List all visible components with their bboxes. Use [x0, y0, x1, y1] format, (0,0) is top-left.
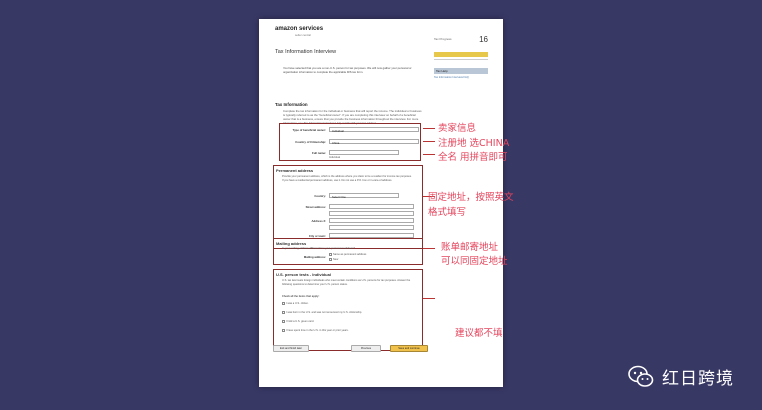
mailing-option-new-label: New [333, 258, 339, 262]
permanent-address-box: Permanent address Provide your permanent… [273, 165, 423, 249]
citizenship-select[interactable]: China [329, 139, 419, 145]
help-tab[interactable]: Tax Help [434, 68, 488, 74]
radio-new[interactable] [329, 258, 332, 261]
arrow-mailing [423, 248, 435, 249]
progress-panel: Tax Progress 16 [434, 35, 488, 53]
anno-mailing: 账单邮寄地址 [441, 242, 499, 253]
mailing-option-same[interactable]: Same as permanent address [329, 253, 366, 257]
us-person-heading: U.S. person tests - Individual [276, 272, 331, 277]
progress-count: 16 [479, 35, 488, 44]
checkbox[interactable] [282, 329, 285, 332]
country-label: Country: [314, 194, 326, 198]
radio-same[interactable] [329, 253, 332, 256]
owner-fields-box: Type of beneficial owner: Individual Cou… [279, 123, 421, 161]
anno-format: 格式填写 [428, 207, 467, 218]
address2-input-2[interactable] [329, 225, 414, 230]
previous-button[interactable]: Previous [351, 345, 381, 352]
mailing-option-new[interactable]: New [329, 258, 338, 262]
us-item-4[interactable]: I have spent time in the U.S. in this ye… [282, 329, 349, 333]
anno-full-name: 全名 用拼音即可 [438, 152, 508, 163]
checkbox[interactable] [282, 311, 285, 314]
tax-info-heading: Tax Information [275, 102, 308, 107]
progress-label: Tax Progress [434, 37, 452, 41]
anno-seller-info: 卖家信息 [438, 123, 477, 134]
permanent-address-heading: Permanent address [276, 168, 314, 173]
anno-mailing-same: 可以同固定地址 [441, 256, 508, 267]
arrow-us-person [423, 298, 435, 299]
mailing-address-heading: Mailing address [276, 241, 307, 246]
fullname-hint: Individual [329, 156, 340, 159]
arrow-fullname [423, 154, 435, 155]
us-item-1[interactable]: I was a U.S. citizen. [282, 302, 309, 306]
watermark: 红日跨境 [628, 364, 734, 389]
street-input[interactable] [329, 204, 414, 209]
anno-suggest: 建议都不填 [455, 328, 503, 339]
watermark-text: 红日跨境 [662, 369, 734, 389]
arrow-country [423, 141, 435, 142]
faq-link[interactable]: Tax Information Interview FAQ [434, 76, 469, 79]
amazon-services-logo: amazon services [275, 26, 324, 32]
sidebar-divider [434, 59, 488, 60]
fullname-input[interactable] [329, 150, 399, 155]
permanent-address-text: Provide your permanent address, which is… [282, 175, 412, 182]
street-label: Street address: [305, 205, 326, 209]
us-item-label: I have spent time in the U.S. in this ye… [286, 329, 349, 333]
fullname-label: Full name: [312, 151, 326, 155]
mailing-address-question: Is your mailing address different from y… [282, 247, 355, 250]
exit-button[interactable]: Exit and finish later [273, 345, 309, 352]
beneficial-owner-select[interactable]: Individual [329, 127, 419, 133]
us-item-2[interactable]: I was born in the U.S. and was not renou… [282, 311, 362, 315]
checkbox[interactable] [282, 302, 285, 305]
mailing-option-same-label: Same as permanent address [333, 253, 367, 257]
us-item-3[interactable]: I hold a U.S. green card. [282, 320, 314, 324]
street-input-2[interactable] [329, 211, 414, 216]
us-item-label: I was a U.S. citizen. [286, 302, 309, 306]
save-continue-button[interactable]: Save and continue [390, 345, 428, 352]
us-item-label: I was born in the U.S. and was not renou… [286, 311, 362, 315]
us-item-label: I hold a U.S. green card. [286, 320, 315, 324]
beneficial-owner-label: Type of beneficial owner: [292, 128, 326, 132]
wechat-icon [628, 365, 654, 389]
mailing-address-box: Mailing address Is your mailing address … [273, 238, 423, 265]
page-title: Tax Information Interview [275, 49, 337, 55]
citizenship-label: Country of Citizenship: [295, 140, 326, 144]
country-select[interactable]: Select One [329, 193, 399, 199]
intro-text: You have selected that you are a non-U.S… [283, 66, 412, 74]
anno-register-country: 注册地 选CHINA [438, 138, 510, 149]
us-person-text: U.S. tax law treats foreign individuals … [282, 279, 411, 286]
seller-central-sublogo: seller central [295, 33, 311, 37]
address2-input[interactable] [329, 218, 414, 223]
check-label: Check all the items that apply: [282, 295, 320, 298]
anno-permanent-address: 固定地址，按照英文 [428, 192, 514, 203]
arrow-seller-info [423, 128, 435, 129]
us-person-box: U.S. person tests - Individual U.S. tax … [273, 269, 423, 351]
progress-bar [434, 52, 488, 57]
checkbox[interactable] [282, 320, 285, 323]
mailing-address-label: Mailing address: [303, 255, 326, 259]
address2-label: Address 2: [311, 219, 326, 223]
